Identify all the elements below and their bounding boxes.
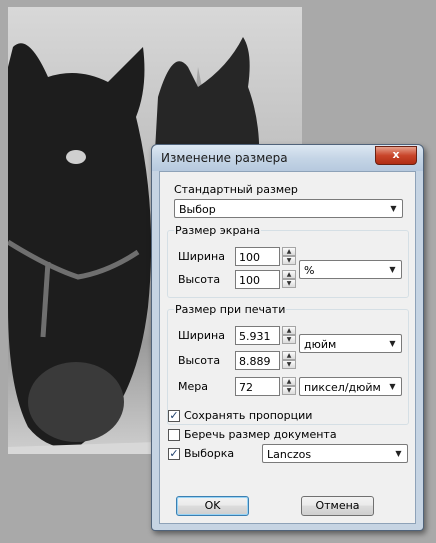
- chevron-down-icon: ▼: [389, 265, 396, 274]
- screen-width-input[interactable]: 100: [235, 247, 280, 266]
- resample-checkbox[interactable]: ✓: [168, 448, 180, 460]
- up-arrow-icon[interactable]: ▲: [282, 351, 296, 360]
- resample-label[interactable]: Выборка: [184, 447, 234, 460]
- resize-dialog: Изменение размера x Стандартный размер В…: [151, 144, 424, 531]
- print-width-input[interactable]: 5.931: [235, 326, 280, 345]
- resolution-input[interactable]: 72: [235, 377, 280, 396]
- standard-size-value: Выбор: [179, 203, 216, 216]
- screen-height-spinner[interactable]: ▲ ▼: [282, 270, 296, 289]
- screen-width-label: Ширина: [178, 250, 225, 263]
- up-arrow-icon[interactable]: ▲: [282, 270, 296, 279]
- dialog-title: Изменение размера: [161, 151, 288, 165]
- down-arrow-icon[interactable]: ▼: [282, 256, 296, 265]
- keep-doc-size-label[interactable]: Беречь размер документа: [184, 428, 337, 441]
- screen-unit-value: %: [304, 264, 315, 277]
- keep-proportions-checkbox[interactable]: ✓: [168, 410, 180, 422]
- print-height-value: 8.889: [239, 355, 271, 368]
- print-size-title: Размер при печати: [174, 303, 287, 316]
- resample-method-value: Lanczos: [267, 448, 312, 461]
- print-unit-value: дюйм: [304, 338, 337, 351]
- print-width-label: Ширина: [178, 329, 225, 342]
- print-height-label: Высота: [178, 354, 221, 367]
- print-height-spinner[interactable]: ▲ ▼: [282, 351, 296, 370]
- dialog-body: Стандартный размер Выбор ▼ Размер экрана…: [159, 171, 416, 524]
- print-width-value: 5.931: [239, 330, 271, 343]
- print-width-spinner[interactable]: ▲ ▼: [282, 326, 296, 345]
- screen-unit-select[interactable]: % ▼: [299, 260, 402, 279]
- keep-doc-size-checkbox[interactable]: [168, 429, 180, 441]
- down-arrow-icon[interactable]: ▼: [282, 386, 296, 395]
- up-arrow-icon[interactable]: ▲: [282, 326, 296, 335]
- print-unit-select[interactable]: дюйм ▼: [299, 334, 402, 353]
- close-button[interactable]: x: [375, 146, 417, 165]
- cancel-button[interactable]: Отмена: [301, 496, 374, 516]
- print-height-input[interactable]: 8.889: [235, 351, 280, 370]
- ok-button[interactable]: OK: [176, 496, 249, 516]
- screen-size-title: Размер экрана: [174, 224, 262, 237]
- up-arrow-icon[interactable]: ▲: [282, 247, 296, 256]
- chevron-down-icon: ▼: [389, 339, 396, 348]
- screen-height-input[interactable]: 100: [235, 270, 280, 289]
- keep-proportions-label[interactable]: Сохранять пропорции: [184, 409, 312, 422]
- chevron-down-icon: ▼: [395, 449, 402, 458]
- screen-width-value: 100: [239, 251, 260, 264]
- chevron-down-icon: ▼: [389, 382, 396, 391]
- chevron-down-icon: ▼: [390, 204, 397, 213]
- down-arrow-icon[interactable]: ▼: [282, 279, 296, 288]
- resolution-value: 72: [239, 381, 253, 394]
- down-arrow-icon[interactable]: ▼: [282, 335, 296, 344]
- screen-height-value: 100: [239, 274, 260, 287]
- up-arrow-icon[interactable]: ▲: [282, 377, 296, 386]
- standard-size-select[interactable]: Выбор ▼: [174, 199, 403, 218]
- check-icon: ✓: [169, 409, 179, 422]
- resolution-spinner[interactable]: ▲ ▼: [282, 377, 296, 396]
- down-arrow-icon[interactable]: ▼: [282, 360, 296, 369]
- resolution-unit-select[interactable]: пиксел/дюйм ▼: [299, 377, 402, 396]
- screen-width-spinner[interactable]: ▲ ▼: [282, 247, 296, 266]
- resolution-unit-value: пиксел/дюйм: [304, 381, 381, 394]
- screen-height-label: Высота: [178, 273, 221, 286]
- resample-method-select[interactable]: Lanczos ▼: [262, 444, 408, 463]
- check-icon: ✓: [169, 447, 179, 460]
- resolution-label: Мера: [178, 380, 208, 393]
- title-bar[interactable]: Изменение размера x: [152, 145, 423, 171]
- standard-size-label: Стандартный размер: [174, 183, 298, 196]
